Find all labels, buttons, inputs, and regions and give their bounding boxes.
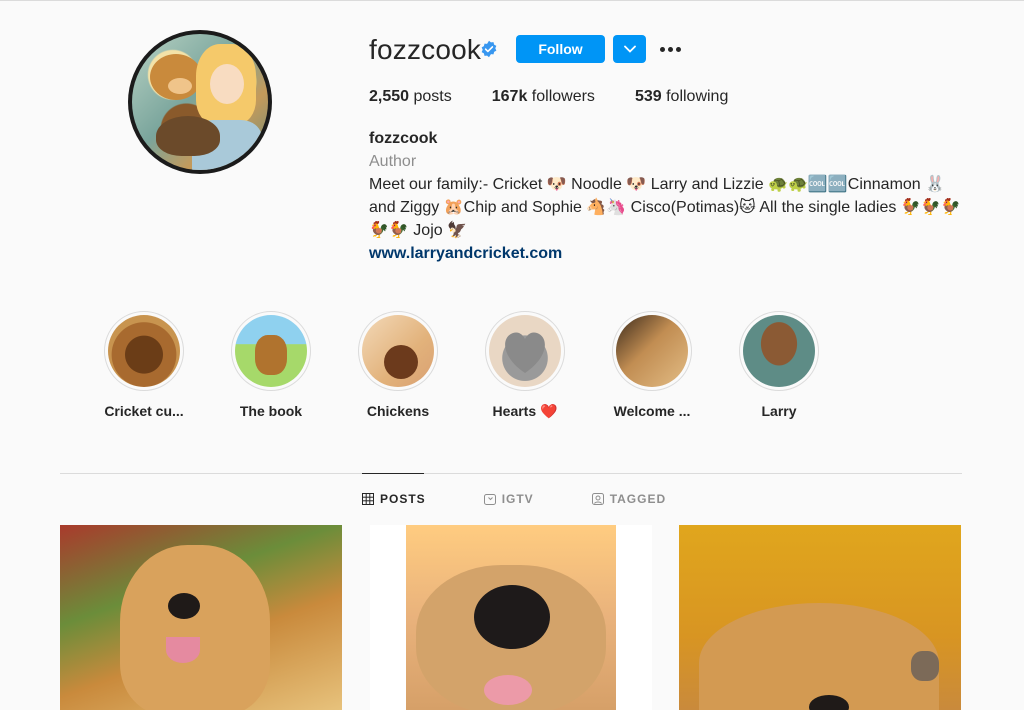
highlight-cover — [743, 315, 815, 387]
highlight-ring — [358, 311, 438, 391]
verified-badge-icon — [481, 40, 497, 58]
bio-text: Meet our family:- Cricket 🐶 Noodle 🐶 Lar… — [369, 176, 961, 239]
highlight-label: The book — [239, 403, 303, 419]
top-border — [0, 0, 1024, 1]
more-options-button[interactable] — [657, 38, 683, 60]
highlight-item[interactable]: Welcome ... — [600, 311, 704, 420]
chevron-down-icon — [623, 45, 636, 53]
story-highlights: Cricket cu... The book Chickens Hearts ❤… — [92, 311, 854, 420]
highlight-label: Larry — [761, 403, 797, 419]
follow-button[interactable]: Follow — [516, 35, 605, 63]
highlight-ring — [104, 311, 184, 391]
highlight-label: Chickens — [366, 403, 430, 419]
following-count[interactable]: 539 following — [635, 88, 728, 106]
profile-username: fozzcook — [369, 34, 482, 65]
grid-icon — [362, 493, 374, 505]
highlight-label: Hearts ❤️ — [492, 403, 558, 419]
highlight-ring — [739, 311, 819, 391]
section-divider — [60, 473, 962, 474]
bio-category: Author — [369, 153, 417, 170]
profile-avatar[interactable] — [128, 30, 272, 174]
highlight-item[interactable]: Larry — [727, 311, 831, 420]
avatar-image — [132, 34, 268, 170]
highlight-ring — [231, 311, 311, 391]
more-dots-icon — [659, 46, 665, 52]
highlight-item[interactable]: Hearts ❤️ — [473, 311, 577, 420]
posts-count: 2,550 posts — [369, 88, 452, 105]
tagged-icon — [591, 493, 604, 505]
highlight-ring — [612, 311, 692, 391]
highlight-item[interactable]: Cricket cu... — [92, 311, 196, 420]
post-thumbnail[interactable] — [60, 525, 342, 710]
tab-posts-label: POSTS — [380, 492, 426, 506]
post-thumbnail[interactable] — [679, 525, 961, 710]
followers-count[interactable]: 167k followers — [492, 88, 595, 106]
highlight-cover — [616, 315, 688, 387]
tab-posts[interactable]: POSTS — [362, 492, 426, 506]
profile-bio: fozzcook Author Meet our family:- Cricke… — [369, 127, 969, 265]
highlight-label: Cricket cu... — [104, 403, 184, 419]
tab-igtv-label: IGTV — [501, 492, 534, 506]
tab-igtv[interactable]: IGTV — [483, 492, 534, 506]
highlight-item[interactable]: The book — [219, 311, 323, 420]
active-tab-indicator — [362, 473, 424, 474]
profile-tabs: POSTS IGTV TAGGED — [362, 492, 724, 506]
igtv-icon — [483, 494, 496, 505]
highlight-item[interactable]: Chickens — [346, 311, 450, 420]
highlight-cover — [489, 315, 561, 387]
bio-name: fozzcook — [369, 130, 438, 147]
highlight-ring — [485, 311, 565, 391]
highlight-cover — [235, 315, 307, 387]
bio-website-link[interactable]: www.larryandcricket.com — [369, 242, 969, 265]
tab-tagged-label: TAGGED — [609, 492, 667, 506]
profile-stats: 2,550 posts 167k followers 539 following — [369, 88, 768, 106]
highlight-cover — [108, 315, 180, 387]
post-thumbnail[interactable] — [370, 525, 652, 710]
highlight-cover — [362, 315, 434, 387]
highlight-label: Welcome ... — [613, 403, 691, 419]
heart-stone-icon — [505, 332, 545, 373]
suggested-dropdown-button[interactable] — [613, 35, 646, 63]
tab-tagged[interactable]: TAGGED — [591, 492, 667, 506]
